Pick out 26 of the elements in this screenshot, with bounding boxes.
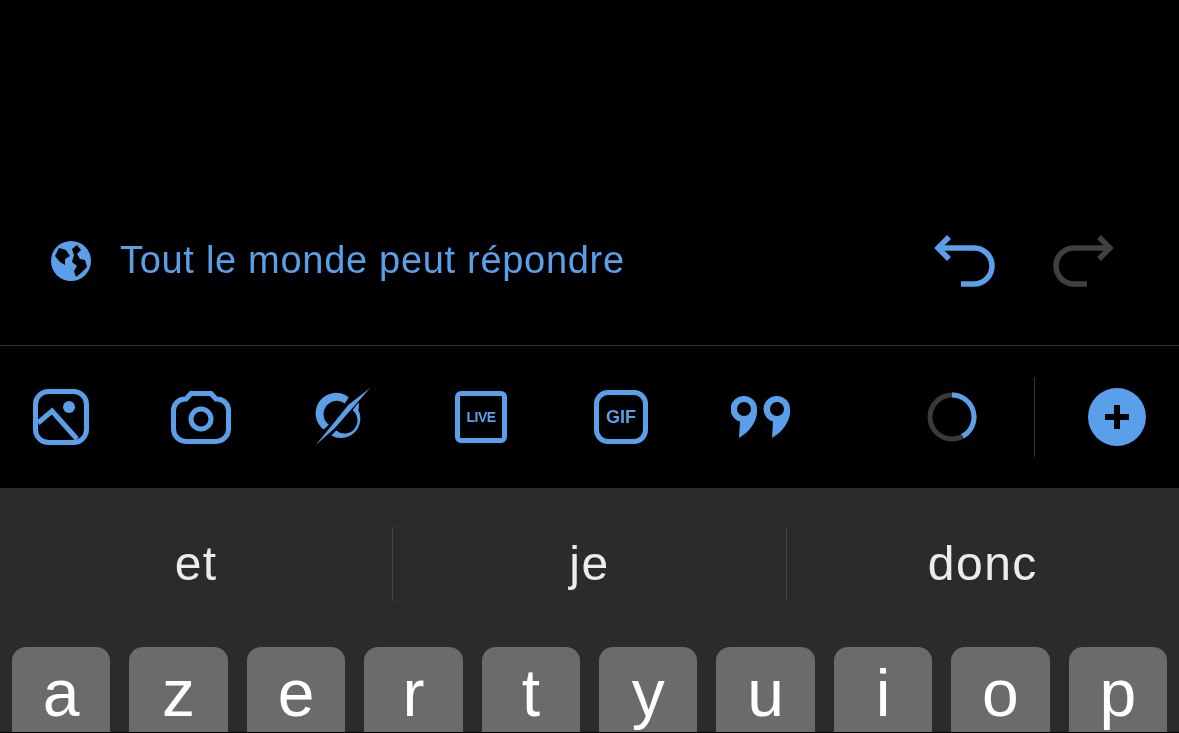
key[interactable]: a bbox=[12, 647, 111, 732]
key[interactable]: y bbox=[599, 647, 698, 732]
image-icon bbox=[33, 389, 89, 445]
key[interactable]: o bbox=[951, 647, 1050, 732]
undo-icon bbox=[933, 234, 995, 288]
suggestion[interactable]: et bbox=[174, 535, 218, 593]
suggestion[interactable]: donc bbox=[927, 535, 1038, 593]
key[interactable]: u bbox=[716, 647, 815, 732]
key[interactable]: i bbox=[833, 647, 933, 732]
photo-button[interactable] bbox=[30, 386, 92, 448]
camera-icon bbox=[171, 390, 231, 444]
suggestion[interactable]: je bbox=[569, 535, 610, 593]
undo-button[interactable] bbox=[933, 234, 995, 288]
globe-icon bbox=[50, 240, 92, 282]
redo-icon bbox=[1053, 234, 1115, 288]
plus-icon bbox=[1088, 388, 1146, 446]
live-button[interactable]: LIVE bbox=[455, 391, 507, 443]
gif-button[interactable]: GIF bbox=[594, 390, 648, 444]
key[interactable]: z bbox=[129, 647, 228, 732]
quote-icon bbox=[731, 396, 791, 438]
reply-setting-button[interactable]: Tout le monde peut répondre bbox=[50, 238, 625, 284]
key[interactable]: e bbox=[246, 647, 346, 732]
key[interactable]: r bbox=[364, 647, 463, 732]
key[interactable]: t bbox=[481, 647, 580, 732]
key[interactable]: p bbox=[1068, 647, 1167, 732]
add-button[interactable] bbox=[1088, 388, 1146, 446]
